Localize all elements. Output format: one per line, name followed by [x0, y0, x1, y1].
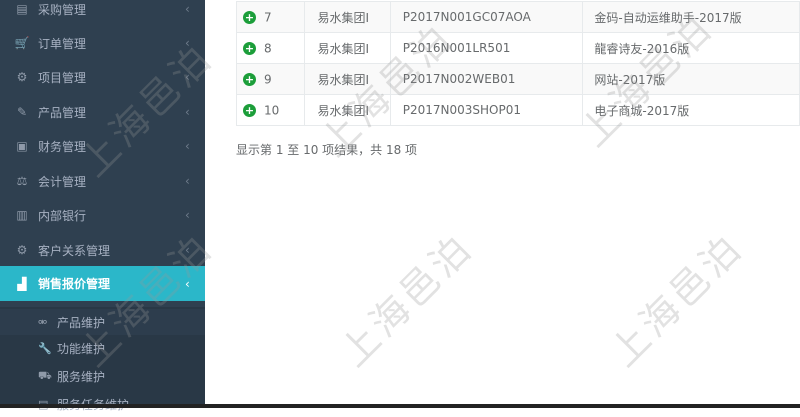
chevron-left-icon: ‹: [185, 174, 190, 188]
chevron-left-icon: ‹: [185, 139, 190, 153]
wrench-icon: 🔧: [38, 341, 52, 355]
table-row[interactable]: +10 易水集团I P2017N003SHOP01 电子商城-2017版: [235, 94, 800, 126]
sidebar-item-accounting[interactable]: ⚖ 会计管理 ‹: [0, 164, 205, 198]
submenu-item-label: 服务维护: [57, 369, 106, 384]
sidebar-item-label: 销售报价管理: [38, 277, 111, 291]
sidebar-item-finance[interactable]: ▣ 财务管理 ‹: [0, 129, 205, 163]
sidebar-item-label: 订单管理: [38, 36, 87, 51]
product-name-cell: 龍睿诗友-2016版: [582, 32, 800, 64]
product-name-cell: 金码-自动运维助手-2017版: [582, 1, 800, 33]
product-code-cell: P2017N002WEB01: [389, 63, 584, 95]
product-name-cell: 电子商城-2017版: [582, 94, 800, 126]
expand-plus-icon[interactable]: +: [243, 72, 256, 86]
expand-plus-icon[interactable]: +: [243, 10, 256, 24]
cogs-icon: ⚙: [16, 243, 28, 257]
purchase-icon: ▤: [16, 2, 28, 16]
chevron-left-icon: ‹: [185, 105, 190, 119]
sidebar-submenu: ⚮ 产品维护 🔧 功能维护 ⛟ 服务维护 ▤ 服务任务维护: [0, 307, 205, 412]
product-code-cell: P2017N003SHOP01: [389, 94, 584, 126]
submenu-item-label: 功能维护: [57, 341, 106, 356]
sidebar-item-sales-quote[interactable]: ▟ 销售报价管理 ‹: [0, 266, 205, 301]
sidebar-item-orders[interactable]: 🛒 订单管理 ‹: [0, 26, 205, 60]
submenu-item-service-maintenance[interactable]: ⛟ 服务维护: [0, 363, 205, 389]
bank-icon: ▥: [16, 208, 28, 222]
row-number: 10: [264, 103, 280, 118]
product-code-cell: P2017N001GC07AOA: [389, 1, 584, 33]
sidebar-item-projects[interactable]: ⚙ 项目管理 ‹: [0, 60, 205, 94]
bicycle-icon: ⚮: [38, 315, 48, 329]
chevron-left-icon: ‹: [185, 243, 190, 257]
table-row[interactable]: +9 易水集团I P2017N002WEB01 网站-2017版: [235, 63, 800, 95]
row-number-cell: +8: [235, 32, 306, 64]
expand-plus-icon[interactable]: +: [243, 103, 256, 117]
org-cell: 易水集团I: [304, 32, 391, 64]
org-cell: 易水集团I: [304, 94, 391, 126]
sidebar-item-internal-bank[interactable]: ▥ 内部银行 ‹: [0, 198, 205, 232]
row-number: 8: [264, 41, 272, 56]
edit-icon: ✎: [16, 105, 28, 119]
submenu-item-function-maintenance[interactable]: 🔧 功能维护: [0, 335, 205, 361]
car-icon: ⛟: [38, 368, 52, 382]
money-icon: ▣: [16, 139, 28, 153]
sitemap-icon: ⚙: [16, 70, 28, 84]
area-chart-icon: ▟: [17, 276, 27, 291]
row-number-cell: +7: [235, 1, 306, 33]
row-number: 9: [264, 72, 272, 87]
sidebar: ▤ 采购管理 ‹ 🛒 订单管理 ‹ ⚙ 项目管理 ‹ ✎ 产品管理 ‹ ▣ 财务…: [0, 0, 205, 412]
sidebar-item-purchase[interactable]: ▤ 采购管理 ‹: [0, 0, 205, 26]
table-row[interactable]: +7 易水集团I P2017N001GC07AOA 金码-自动运维助手-2017…: [235, 1, 800, 33]
sidebar-item-products[interactable]: ✎ 产品管理 ‹: [0, 95, 205, 129]
submenu-item-label: 产品维护: [57, 315, 106, 330]
product-name-cell: 网站-2017版: [582, 63, 800, 95]
chevron-left-icon: ‹: [185, 208, 190, 222]
main-content: +7 易水集团I P2017N001GC07AOA 金码-自动运维助手-2017…: [205, 0, 800, 408]
sidebar-item-label: 产品管理: [38, 105, 87, 120]
org-cell: 易水集团I: [304, 63, 391, 95]
balance-icon: ⚖: [16, 174, 28, 188]
sidebar-item-label: 会计管理: [38, 174, 87, 189]
sidebar-item-label: 项目管理: [38, 70, 87, 85]
row-number-cell: +10: [235, 94, 306, 126]
cart-icon: 🛒: [14, 36, 30, 50]
sidebar-item-label: 财务管理: [38, 139, 87, 154]
chevron-left-icon: ‹: [185, 70, 190, 84]
table-row[interactable]: +8 易水集团I P2016N001LR501 龍睿诗友-2016版: [235, 32, 800, 64]
org-cell: 易水集团I: [304, 1, 391, 33]
sidebar-item-label: 采购管理: [38, 2, 87, 17]
product-code-cell: P2016N001LR501: [389, 32, 584, 64]
sidebar-item-crm[interactable]: ⚙ 客户关系管理 ‹: [0, 233, 205, 267]
sidebar-item-label: 内部银行: [38, 208, 87, 223]
submenu-item-product-maintenance[interactable]: ⚮ 产品维护: [0, 309, 205, 335]
bottom-border: [0, 404, 800, 408]
sidebar-item-label: 客户关系管理: [38, 243, 111, 258]
chevron-left-icon: ‹: [185, 276, 190, 291]
pagination-info: 显示第 1 至 10 项结果，共 18 项: [236, 143, 418, 157]
row-number: 7: [264, 10, 272, 25]
product-table: +7 易水集团I P2017N001GC07AOA 金码-自动运维助手-2017…: [235, 1, 800, 126]
row-number-cell: +9: [235, 63, 306, 95]
expand-plus-icon[interactable]: +: [243, 41, 256, 55]
chevron-left-icon: ‹: [185, 2, 190, 16]
chevron-left-icon: ‹: [185, 36, 190, 50]
